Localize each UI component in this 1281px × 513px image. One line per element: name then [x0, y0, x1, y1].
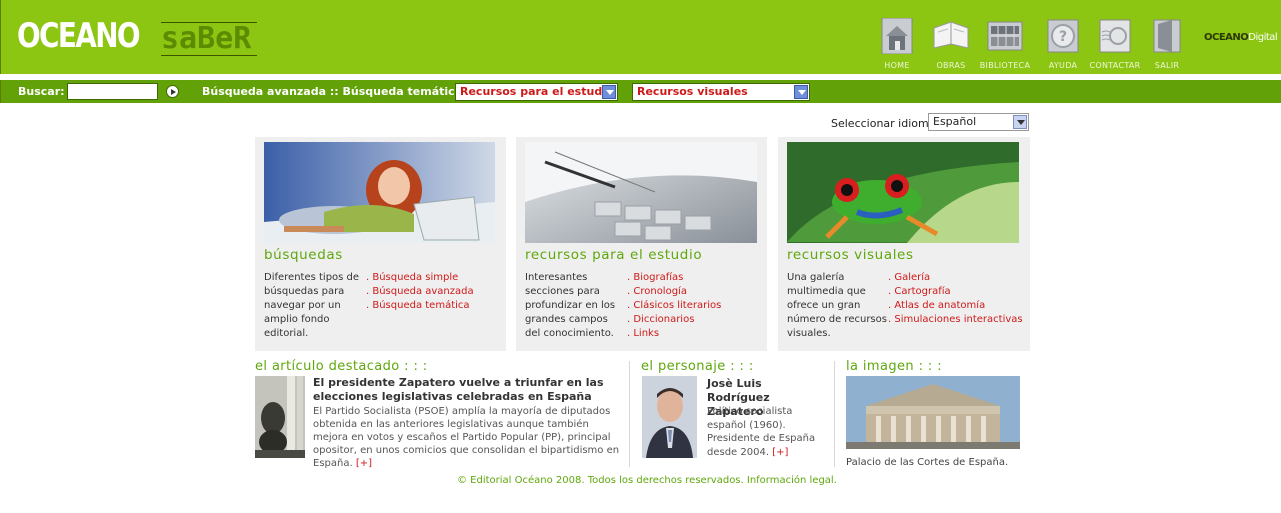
chevron-down-icon	[602, 85, 616, 99]
oceano-logo[interactable]: OCEANO	[17, 16, 141, 56]
link-cronologia[interactable]: . Cronología	[627, 285, 721, 299]
search-bar: Buscar: Búsqueda avanzada :: Búsqueda te…	[0, 80, 1281, 103]
card-recursos-estudio: recursos para el estudio Interesantes se…	[516, 137, 767, 351]
header-bar: OCEANO saBeR HOME OBRAS BIBLIOTECA ? AYU…	[0, 0, 1281, 74]
link-galeria[interactable]: . Galería	[888, 271, 1023, 285]
link-simulaciones-interactivas[interactable]: . Simulaciones interactivas	[888, 313, 1023, 327]
card-busquedas-description: Diferentes tipos de búsquedas para naveg…	[264, 272, 360, 339]
search-label: Buscar:	[18, 85, 65, 98]
link-busqueda-tematica[interactable]: . Búsqueda temática	[366, 299, 474, 313]
recursos-estudio-photo[interactable]	[525, 142, 757, 243]
imagen-photo[interactable]	[846, 376, 1020, 449]
articulo-section-title: el artículo destacado : : :	[255, 359, 428, 374]
search-input[interactable]	[67, 83, 158, 100]
library-icon	[987, 21, 1023, 51]
personaje-body: Político socialista español (1960). Pres…	[707, 405, 827, 459]
link-busqueda-avanzada[interactable]: . Búsqueda avanzada	[366, 285, 474, 299]
link-biografias[interactable]: . Biografías	[627, 271, 721, 285]
personaje-photo[interactable]	[642, 376, 697, 458]
card-busquedas-links: . Búsqueda simple . Búsqueda avanzada . …	[366, 271, 474, 313]
nav-biblioteca[interactable]: BIBLIOTECA	[979, 18, 1031, 72]
card-recursos-estudio-links: . Biografías . Cronología . Clásicos lit…	[627, 271, 721, 341]
card-recursos-estudio-description: Interesantes secciones para profundizar …	[525, 272, 616, 339]
top-navigation: HOME OBRAS BIBLIOTECA ? AYUDA CONTACTAR …	[877, 18, 1207, 72]
card-recursos-visuales-links: . Galería . Cartografía . Atlas de anato…	[888, 271, 1023, 327]
nav-contactar-label: CONTACTAR	[1089, 61, 1141, 70]
saber-logo[interactable]: saBeR	[161, 22, 257, 56]
language-label: Seleccionar idioma:	[831, 117, 940, 130]
footer-copyright[interactable]: © Editorial Océano 2008. Todos los derec…	[457, 475, 837, 486]
help-icon: ?	[1047, 19, 1079, 53]
recursos-estudio-select[interactable]: Recursos para el estudio	[455, 83, 618, 101]
busquedas-photo[interactable]	[264, 142, 495, 243]
language-select[interactable]: Español	[928, 113, 1029, 131]
divider	[834, 361, 835, 467]
chevron-down-icon	[794, 85, 808, 99]
nav-obras[interactable]: OBRAS	[929, 18, 973, 72]
oceano-digital-logo[interactable]: OCEANODigital	[1204, 32, 1278, 43]
oceano-digital-sub: Digital	[1248, 32, 1278, 43]
exit-door-icon	[1153, 19, 1181, 53]
house-icon	[881, 18, 913, 54]
card-recursos-estudio-title: recursos para el estudio	[525, 247, 703, 263]
recursos-visuales-select[interactable]: Recursos visuales	[632, 83, 810, 101]
search-go-button[interactable]	[166, 85, 179, 98]
personaje-body-text: Político socialista español (1960). Pres…	[707, 406, 816, 458]
articulo-thumbnail[interactable]	[255, 376, 305, 458]
link-links[interactable]: . Links	[627, 327, 721, 341]
card-busquedas: búsquedas Diferentes tipos de búsquedas …	[255, 137, 506, 351]
language-select-value: Español	[933, 115, 977, 128]
recursos-visuales-photo[interactable]	[787, 142, 1019, 243]
nav-obras-label: OBRAS	[936, 61, 966, 70]
nav-ayuda-label: AYUDA	[1048, 61, 1078, 70]
link-busqueda-simple[interactable]: . Búsqueda simple	[366, 271, 474, 285]
nav-home[interactable]: HOME	[877, 18, 917, 72]
nav-contactar[interactable]: CONTACTAR	[1089, 18, 1141, 72]
personaje-section-title: el personaje : : :	[641, 359, 754, 374]
personaje-more-link[interactable]: [+]	[772, 447, 788, 458]
envelope-icon	[1099, 19, 1131, 53]
nav-biblioteca-label: BIBLIOTECA	[979, 61, 1031, 70]
imagen-section-title: la imagen : : :	[846, 359, 942, 374]
link-diccionarios[interactable]: . Diccionarios	[627, 313, 721, 327]
link-atlas-anatomia[interactable]: . Atlas de anatomía	[888, 299, 1023, 313]
card-recursos-visuales: recursos visuales Una galería multimedia…	[778, 137, 1030, 351]
articulo-headline[interactable]: El presidente Zapatero vuelve a triunfar…	[313, 376, 613, 404]
articulo-body: El Partido Socialista (PSOE) amplía la m…	[313, 405, 625, 470]
book-icon	[933, 21, 969, 49]
link-cartografia[interactable]: . Cartografía	[888, 285, 1023, 299]
card-recursos-visuales-description: Una galería multimedia que ofrece un gra…	[787, 272, 887, 339]
advanced-search-links[interactable]: Búsqueda avanzada :: Búsqueda temática	[202, 85, 462, 98]
nav-salir-label: SALIR	[1154, 61, 1180, 70]
nav-ayuda[interactable]: ? AYUDA	[1043, 18, 1083, 72]
chevron-down-icon	[1013, 115, 1027, 129]
recursos-estudio-select-value: Recursos para el estudio	[460, 85, 614, 98]
divider	[629, 361, 630, 467]
card-busquedas-title: búsquedas	[264, 247, 343, 263]
imagen-caption: Palacio de las Cortes de España.	[846, 457, 1009, 468]
svg-text:?: ?	[1059, 29, 1067, 45]
nav-home-label: HOME	[884, 61, 910, 70]
oceano-digital-main: OCEANO	[1204, 32, 1249, 43]
card-recursos-visuales-title: recursos visuales	[787, 247, 914, 263]
link-clasicos-literarios[interactable]: . Clásicos literarios	[627, 299, 721, 313]
nav-salir[interactable]: SALIR	[1147, 18, 1187, 72]
recursos-visuales-select-value: Recursos visuales	[637, 85, 748, 98]
articulo-more-link[interactable]: [+]	[356, 458, 372, 469]
